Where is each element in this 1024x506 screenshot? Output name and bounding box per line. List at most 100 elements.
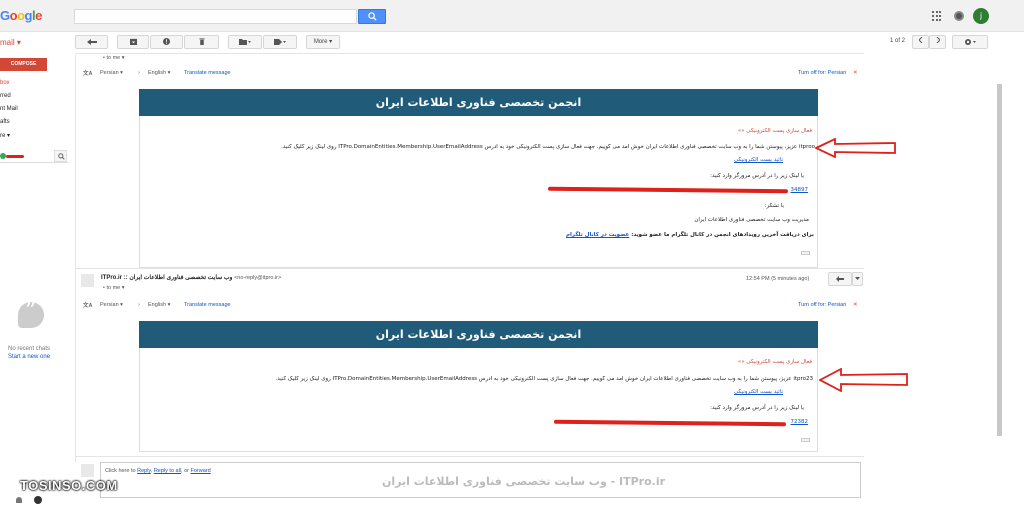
target-language-select[interactable]: English ▾ [148, 70, 170, 76]
reply-divider [75, 456, 864, 457]
tosinso-watermark: TOSINSO.COM [20, 478, 118, 493]
chevron-left-icon [917, 36, 922, 44]
welcome-body-text: itproo عزیز، پیوستن شما را به وب سایت تخ… [281, 144, 815, 150]
show-trimmed-content-button[interactable] [801, 438, 810, 442]
welcome-body-text: itpro23 عزیز، پیوستن شما را به وب سایت ت… [275, 376, 813, 382]
sender-line: ITPro.ir :: وب سایت تخصصی فناوری اطلاعات… [101, 274, 281, 281]
folder-icon [239, 39, 251, 45]
chevron-down-icon [855, 277, 860, 280]
translate-bar: 文A Persian ▾ › English ▾ Translate messa… [81, 301, 862, 313]
sidebar-item-inbox[interactable]: box [0, 80, 10, 86]
forward-link[interactable]: Forward [191, 468, 211, 474]
scrollbar-thumb[interactable] [997, 84, 1002, 436]
chevron-right-icon: › [138, 302, 140, 308]
signature-text: مدیریت وب سایت تخصصی فناوری اطلاعات ایرا… [694, 217, 809, 223]
my-avatar [81, 464, 94, 477]
gmail-window: Google j mail ▾ More ▾ 1 of 2 COMPOSE bo… [0, 0, 1024, 506]
activation-title: فعال سازی پست الکترونیکی »» [737, 128, 812, 134]
settings-button[interactable] [952, 35, 988, 49]
email-banner: انجمن تخصصی فناوری اطلاعات ایران [139, 321, 818, 348]
activation-url-link[interactable]: 72382 [791, 419, 809, 425]
archive-button[interactable] [117, 35, 149, 49]
notifications-icon[interactable] [954, 11, 964, 21]
translate-message-link[interactable]: Translate message [184, 70, 231, 76]
close-icon[interactable]: ✕ [853, 302, 858, 308]
sidebar-item-sent-mail[interactable]: nt Mail [0, 106, 18, 112]
telegram-channel-link[interactable]: عضویت در کانال تلگرام [566, 232, 629, 238]
target-language-select[interactable]: English ▾ [148, 302, 170, 308]
hangouts-icon [18, 299, 44, 328]
message-divider [75, 268, 864, 269]
content-top-divider [75, 53, 864, 54]
thanks-text: با تشکر: [764, 203, 784, 209]
mail-menu[interactable]: mail ▾ [0, 38, 21, 47]
compose-button[interactable]: COMPOSE [0, 58, 47, 71]
google-logo[interactable]: Google [0, 8, 42, 23]
pager-count: 1 of 2 [890, 38, 906, 44]
reply-button[interactable] [828, 272, 852, 286]
red-arrow-annotation [815, 138, 896, 158]
source-language-select[interactable]: Persian ▾ [100, 302, 123, 308]
sender-avatar [81, 274, 94, 287]
message-time: 12:54 PM (5 minutes ago) [746, 276, 810, 282]
confirm-email-link[interactable]: تائید پست الکترونیکی [734, 389, 783, 395]
search-input[interactable] [74, 9, 357, 24]
chevron-right-icon [936, 36, 941, 44]
chat-search-button[interactable] [54, 150, 67, 162]
older-button[interactable] [929, 35, 946, 49]
sender-email: <no-reply@itpro.ir> [234, 275, 282, 281]
apps-grid-icon[interactable] [932, 11, 942, 21]
avatar[interactable]: j [973, 8, 989, 24]
sidebar-item-more[interactable]: re ▾ [0, 132, 10, 139]
label-tag-icon [274, 39, 286, 45]
trash-icon [198, 38, 205, 45]
alert-icon [163, 38, 170, 45]
email-body-box [139, 348, 818, 452]
no-recent-chats-text: No recent chats [8, 346, 51, 352]
activation-url-link[interactable]: 34897 [791, 187, 809, 193]
chevron-right-icon: › [138, 70, 140, 76]
search-button[interactable] [358, 9, 386, 24]
source-language-select[interactable]: Persian ▾ [100, 70, 123, 76]
search-icon [58, 153, 65, 160]
copy-url-instruction: یا لینک زیر را در آدرس مرورگر وارد کنید: [710, 173, 804, 179]
to-me-dropdown[interactable]: ▪ to me ▾ [103, 285, 125, 291]
delete-button[interactable] [184, 35, 219, 49]
archive-icon [129, 38, 137, 45]
arrow-left-icon [86, 39, 97, 45]
reply-all-link[interactable]: Reply to all [154, 468, 181, 474]
sidebar-item-drafts[interactable]: afts [0, 119, 10, 125]
to-me-dropdown[interactable]: ▪ to me ▾ [103, 55, 125, 61]
search-icon [368, 12, 377, 21]
copy-url-instruction: یا لینک زیر را در آدرس مرورگر وارد کنید: [710, 405, 804, 411]
close-icon[interactable]: ✕ [853, 70, 858, 76]
reply-link[interactable]: Reply [137, 468, 151, 474]
message-more-button[interactable] [852, 272, 863, 286]
translate-icon: 文A [83, 71, 93, 77]
telegram-row: برای دریافت آخرین رویدادهای انجمن در کان… [566, 232, 814, 238]
report-spam-button[interactable] [150, 35, 183, 49]
contacts-icon[interactable] [16, 497, 22, 503]
email-banner: انجمن تخصصی فناوری اطلاعات ایران [139, 89, 818, 116]
redacted-username [6, 155, 24, 158]
reply-options: Click here to Reply, Reply to all, or Fo… [105, 468, 211, 474]
sidebar-item-starred[interactable]: rred [0, 93, 11, 99]
labels-button[interactable] [263, 35, 297, 49]
more-button[interactable]: More ▾ [306, 35, 340, 49]
start-new-chat-link[interactable]: Start a new one [8, 354, 50, 360]
move-to-button[interactable] [228, 35, 262, 49]
content-left-border [75, 55, 76, 462]
turn-off-translation-link[interactable]: Turn off for: Persian [798, 302, 846, 308]
watermark-text: ITPro.ir - وب سایت تخصصی فناوری اطلاعات … [382, 475, 666, 488]
activation-title: فعال سازی پست الکترونیکی »» [737, 359, 812, 365]
hangouts-footer-icon[interactable] [34, 496, 42, 504]
confirm-email-link[interactable]: تائید پست الکترونیکی [734, 157, 783, 163]
translate-message-link[interactable]: Translate message [184, 302, 231, 308]
newer-button[interactable] [912, 35, 929, 49]
gear-icon [965, 39, 976, 45]
turn-off-translation-link[interactable]: Turn off for: Persian [798, 70, 846, 76]
red-arrow-annotation [819, 368, 908, 392]
show-trimmed-content-button[interactable] [801, 251, 810, 255]
sender-name[interactable]: ITPro.ir :: وب سایت تخصصی فناوری اطلاعات… [101, 275, 232, 281]
back-button[interactable] [75, 35, 108, 49]
